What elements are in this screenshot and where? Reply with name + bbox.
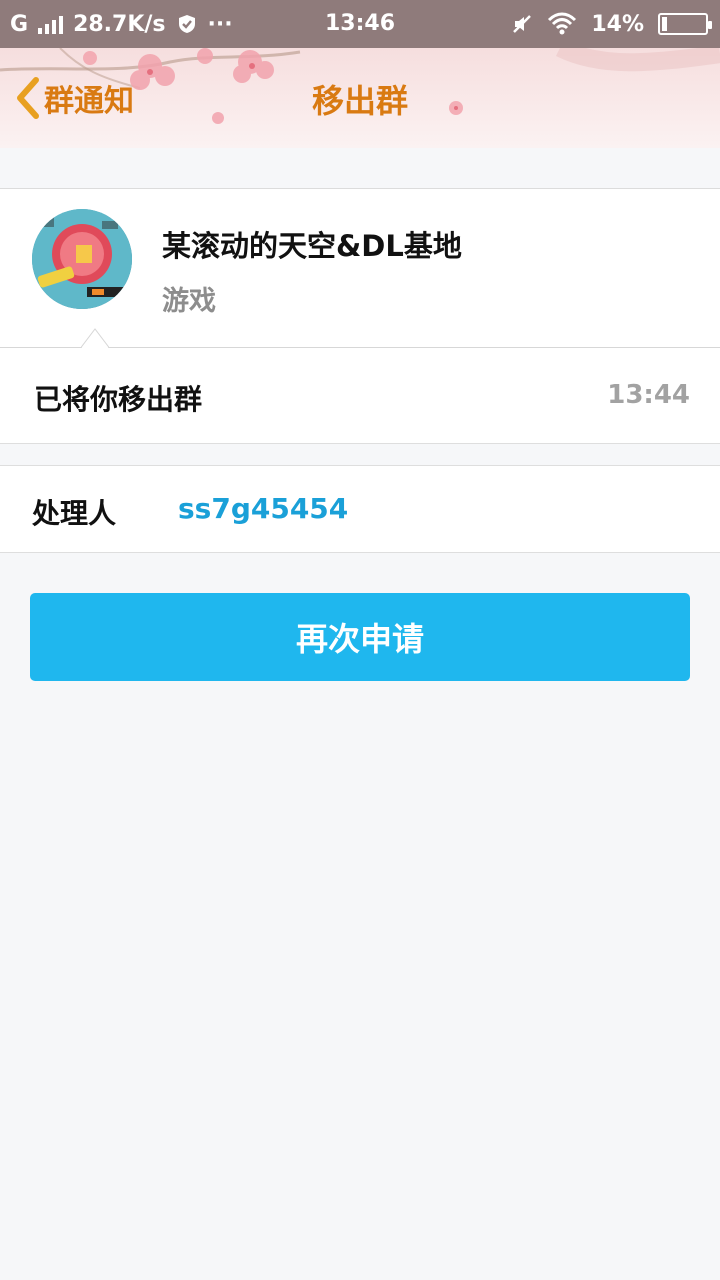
network-speed: 28.7K/s [73, 11, 166, 37]
handler-label: 处理人 [32, 497, 117, 530]
more-notifications: ··· [207, 11, 233, 37]
status-right: 14% [511, 0, 712, 48]
handler-row: 处理人 ss7g45454 [0, 465, 720, 553]
notice-row: 已将你移出群 13:44 [0, 348, 720, 444]
wifi-icon [548, 12, 577, 35]
chevron-left-icon [17, 77, 39, 119]
reapply-button[interactable]: 再次申请 [30, 593, 690, 681]
back-label: 群通知 [44, 84, 134, 119]
notice-message: 已将你移出群 [34, 383, 203, 416]
battery-percent: 14% [591, 11, 644, 37]
notice-time: 13:44 [607, 380, 690, 410]
group-card[interactable]: 某滚动的天空&DL基地 游戏 [0, 188, 720, 348]
battery-icon [658, 13, 712, 35]
network-type: G [10, 11, 29, 37]
header: 群通知 移出群 [0, 48, 720, 148]
signal-icon [38, 14, 64, 34]
group-category: 游戏 [162, 286, 216, 317]
status-bar: G 28.7K/s ··· 13:46 14% [0, 0, 720, 48]
shield-check-icon [178, 15, 195, 33]
status-left: G 28.7K/s ··· [10, 0, 233, 48]
game-logo-image [32, 209, 132, 309]
group-name: 某滚动的天空&DL基地 [162, 229, 462, 263]
group-avatar[interactable] [32, 209, 132, 309]
back-button[interactable]: 群通知 [14, 72, 134, 124]
speech-pointer-icon [81, 328, 109, 348]
mute-icon [513, 15, 532, 33]
handler-link[interactable]: ss7g45454 [178, 492, 348, 525]
